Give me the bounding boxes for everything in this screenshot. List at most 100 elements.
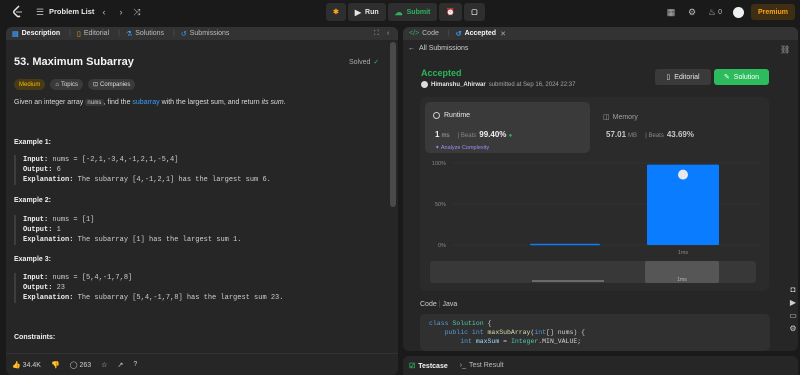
leetcode-logo-icon[interactable] xyxy=(12,5,24,18)
example-title: Example 1: xyxy=(14,139,51,146)
chart-overview-label: 1ms xyxy=(677,277,687,283)
constraints-title: Constraints: xyxy=(14,334,56,341)
tab-divider: | xyxy=(447,30,450,37)
companies-chip[interactable]: ⊡ Companies xyxy=(87,79,136,90)
example-title: Example 2: xyxy=(14,197,51,204)
testcase-bar: ☑ Testcase ›_ Test Result xyxy=(403,356,798,375)
chart-x-tick-label: 1ms xyxy=(678,250,689,256)
user-position-marker xyxy=(678,169,688,180)
screenshot-icon[interactable]: ◘ xyxy=(791,285,796,294)
run-button[interactable]: ▶ Run xyxy=(347,3,386,21)
debug-button[interactable]: ✱ xyxy=(326,3,346,21)
settings-gear-icon[interactable]: ⚙ xyxy=(686,6,698,18)
premium-button[interactable]: Premium xyxy=(751,4,795,20)
example-title: Example 3: xyxy=(14,256,51,263)
memory-tab[interactable]: ◫ Memory xyxy=(603,113,638,121)
comments-button[interactable]: ◯ 263 xyxy=(70,361,91,369)
difficulty-badge[interactable]: Medium xyxy=(14,79,46,90)
submission-meta: Himanshu_Ahirwar submitted at Sep 16, 20… xyxy=(421,81,575,88)
tab-divider: | xyxy=(118,30,120,37)
bug-icon: ✱ xyxy=(333,9,339,16)
chip-icon: ◫ xyxy=(603,114,610,121)
chart-bar-0ms[interactable] xyxy=(530,243,600,246)
flask-icon: ⚗ xyxy=(125,30,133,38)
notes-button[interactable]: ▢ xyxy=(464,3,485,21)
terminal-icon: ›_ xyxy=(459,362,466,369)
all-submissions-link[interactable]: ← All Submissions xyxy=(408,45,468,52)
lock-icon: ⊡ xyxy=(92,82,99,88)
collapse-panel-icon[interactable]: ‹ xyxy=(387,30,389,37)
share-button[interactable]: ↗ xyxy=(117,361,123,369)
analyze-complexity-link[interactable]: ✦ Analyze Complexity xyxy=(435,145,489,151)
trophy-icon: ● xyxy=(508,133,513,139)
editorial-button[interactable]: ▯ Editorial xyxy=(655,69,711,85)
check-circle-icon: ✓ xyxy=(373,59,380,66)
username[interactable]: Himanshu_Ahirwar xyxy=(431,82,486,88)
prev-problem-icon[interactable]: ‹ xyxy=(98,6,110,18)
favorite-button[interactable]: ☆ xyxy=(101,361,107,369)
thumbs-down-icon: 👎 xyxy=(50,361,60,369)
help-button[interactable]: ? xyxy=(133,361,137,368)
book-icon: ▯ xyxy=(666,74,671,81)
chart-y-tick-label: 0% xyxy=(438,243,446,249)
tab-test-result[interactable]: ›_ Test Result xyxy=(460,362,504,369)
tab-submissions[interactable]: ↺ Submissions xyxy=(181,30,230,38)
video-icon[interactable]: ▶ xyxy=(790,298,796,307)
submit-button[interactable]: ☁ Submit xyxy=(387,3,438,21)
dislike-button[interactable]: 👎 xyxy=(51,361,60,369)
tab-editorial[interactable]: ▯ Editorial xyxy=(77,30,109,38)
description-panel: ▤ Description | ▯ Editorial | ⚗ Solutions |… xyxy=(6,27,398,375)
share-icon: ↗ xyxy=(117,361,124,369)
problem-list-link[interactable]: Problem List xyxy=(49,7,94,16)
check-square-icon: ☑ xyxy=(409,362,416,370)
user-avatar[interactable] xyxy=(421,81,428,88)
tab-accepted[interactable]: ↺ Accepted ✕ xyxy=(456,30,506,38)
history-icon: ↺ xyxy=(455,30,462,38)
tab-description[interactable]: ▤ Description xyxy=(12,30,60,38)
runtime-value: 1 ms | Beats 99.40% ● xyxy=(435,130,513,139)
runtime-box[interactable]: Runtime 1 ms | Beats 99.40% ● ✦ Analyze Co… xyxy=(425,102,590,153)
timer-button[interactable]: ⏰ xyxy=(439,3,463,21)
description-footer: 👍 34.4K 👎 ◯ 263 ☆ ↗ ? xyxy=(6,353,398,375)
chart-y-tick-label: 50% xyxy=(435,202,446,208)
close-tab-icon[interactable]: ✕ xyxy=(500,30,506,38)
example-block: Input: nums = [-2,1,-3,4,-1,2,1,-5,4] Ou… xyxy=(14,155,384,185)
tab-solutions[interactable]: ⚗ Solutions xyxy=(126,30,164,38)
topics-chip[interactable]: ⌂ Topics xyxy=(50,79,83,90)
tag-icon: ⌂ xyxy=(55,81,59,88)
document-icon: ▤ xyxy=(12,30,19,38)
chat-icon[interactable]: ▭ xyxy=(789,311,797,320)
subarray-link[interactable]: subarray xyxy=(132,99,159,106)
play-icon: ▶ xyxy=(354,7,362,17)
user-avatar[interactable] xyxy=(733,7,744,18)
shuffle-icon[interactable]: ⤨ xyxy=(131,6,143,18)
maximize-icon[interactable]: ⛶ xyxy=(374,30,379,38)
problem-tags: Medium ⌂ Topics ⊡ Companies xyxy=(14,79,136,90)
comment-icon: ◯ xyxy=(69,361,78,369)
tab-code[interactable]: </> Code xyxy=(409,30,439,37)
description-scrollbar[interactable] xyxy=(390,42,396,207)
example-block: Input: nums = [5,4,-1,7,8] Output: 23 Ex… xyxy=(14,273,384,303)
like-button[interactable]: 👍 34.4K xyxy=(12,361,41,369)
settings-gear-icon[interactable]: ⚙ xyxy=(789,324,796,333)
history-icon: ↺ xyxy=(180,30,187,38)
flame-icon: ♨ xyxy=(708,6,717,17)
solved-status: Solved ✓ xyxy=(349,59,380,66)
tab-testcase[interactable]: ☑ Testcase xyxy=(409,362,448,370)
star-icon: ☆ xyxy=(101,361,108,369)
code-icon: </> xyxy=(409,30,420,37)
sparkle-icon: ✦ xyxy=(435,145,440,151)
note-icon: ▢ xyxy=(471,9,478,16)
submission-panel: </>Code | ↺Accepted✕ › ←All Submissions … xyxy=(403,27,798,351)
chart-overview-bar xyxy=(532,280,604,282)
submitted-code: class Solution { public int maxSubArray(… xyxy=(420,314,770,351)
solution-button[interactable]: ✎ Solution xyxy=(714,69,769,85)
clock-icon xyxy=(433,112,440,119)
tab-divider: | xyxy=(69,30,71,37)
next-problem-icon[interactable]: › xyxy=(115,6,127,18)
problem-list-icon[interactable]: ☰ xyxy=(34,6,46,18)
code-header: Code | Java xyxy=(420,301,458,308)
link-icon[interactable]: ⛓ xyxy=(780,45,790,54)
layout-grid-icon[interactable]: ▦ xyxy=(665,6,677,18)
streak-counter[interactable]: ♨ 0 xyxy=(705,6,725,18)
